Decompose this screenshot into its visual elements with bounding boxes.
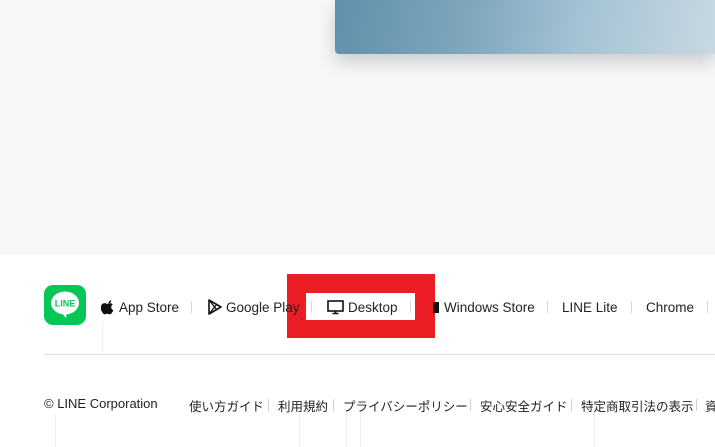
divider-line bbox=[102, 322, 103, 354]
terms-link[interactable]: 利用規約 bbox=[278, 396, 328, 415]
hero-section bbox=[0, 0, 715, 255]
divider-line bbox=[55, 414, 56, 447]
separator bbox=[333, 399, 334, 411]
copyright-text: © LINE Corporation bbox=[44, 396, 158, 411]
hero-image bbox=[335, 0, 715, 54]
separator bbox=[696, 399, 697, 411]
more-link[interactable]: 資 bbox=[705, 396, 715, 415]
separator bbox=[470, 399, 471, 411]
separator bbox=[311, 301, 312, 313]
windows-store-link[interactable]: Windows Store bbox=[432, 297, 535, 317]
footer-divider bbox=[44, 354, 715, 355]
chrome-label: Chrome bbox=[646, 299, 695, 315]
apple-icon bbox=[101, 300, 114, 315]
line-lite-link[interactable]: LINE Lite bbox=[562, 297, 618, 317]
usage-guide-link[interactable]: 使い方ガイド bbox=[189, 396, 264, 415]
divider-line bbox=[360, 414, 361, 447]
separator bbox=[268, 399, 269, 411]
privacy-policy-link[interactable]: プライバシーポリシー bbox=[343, 396, 468, 415]
windows-icon bbox=[433, 302, 439, 313]
commercial-transactions-link[interactable]: 特定商取引法の表示 bbox=[581, 396, 694, 415]
monitor-icon bbox=[327, 300, 344, 315]
google-play-icon bbox=[208, 299, 222, 315]
app-store-link[interactable]: App Store bbox=[101, 297, 179, 317]
separator bbox=[631, 301, 632, 313]
windows-store-label: Windows Store bbox=[444, 299, 535, 315]
separator bbox=[191, 301, 192, 313]
divider-line bbox=[594, 414, 595, 447]
separator bbox=[547, 301, 548, 313]
safety-guide-link[interactable]: 安心安全ガイド bbox=[480, 396, 568, 415]
app-store-label: App Store bbox=[119, 299, 180, 315]
desktop-label: Desktop bbox=[348, 299, 398, 315]
separator bbox=[410, 301, 411, 313]
chrome-link[interactable]: Chrome bbox=[646, 297, 694, 317]
separator bbox=[707, 301, 708, 313]
google-play-label: Google Play bbox=[226, 299, 300, 315]
svg-text:LINE: LINE bbox=[55, 299, 76, 309]
google-play-link[interactable]: Google Play bbox=[207, 297, 300, 317]
line-logo[interactable]: LINE bbox=[44, 285, 86, 325]
separator bbox=[571, 399, 572, 411]
line-logo-icon: LINE bbox=[51, 291, 79, 318]
divider-line bbox=[299, 414, 300, 447]
line-lite-label: LINE Lite bbox=[562, 299, 618, 315]
desktop-link[interactable]: Desktop bbox=[327, 297, 398, 317]
divider-line bbox=[346, 414, 347, 447]
